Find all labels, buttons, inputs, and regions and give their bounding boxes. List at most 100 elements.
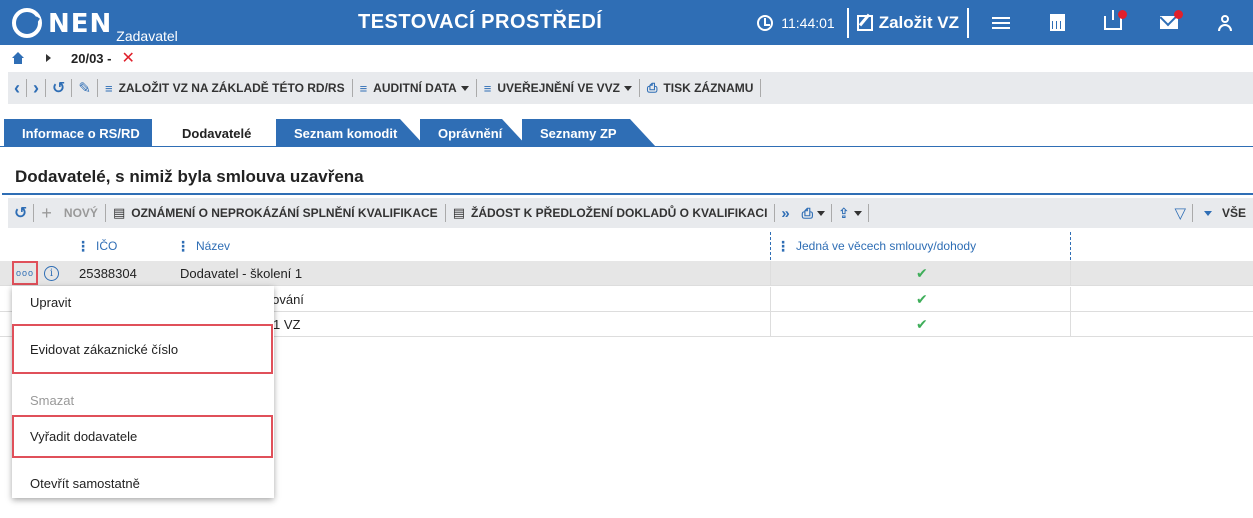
audit-data-label: AUDITNÍ DATA [373, 81, 457, 95]
divider [867, 204, 869, 222]
list-icon: ≡ [483, 80, 492, 96]
tab-seznam-komodit[interactable]: Seznam komodit [276, 119, 426, 147]
tab-label: Dodavatelé [182, 125, 252, 141]
table-row[interactable]: ooo i 25388304 Dodavatel - školení 1 ✔ [0, 261, 1253, 286]
home-icon[interactable] [12, 52, 24, 64]
column-name[interactable]: ⋮ Název [176, 232, 230, 260]
column-menu-icon: ⋮ [76, 237, 90, 254]
column-divider [770, 312, 771, 337]
column-divider [1070, 232, 1071, 260]
close-icon[interactable]: ✕ [121, 48, 134, 68]
filter-button[interactable]: ▽ [1168, 197, 1192, 229]
menu-item-open-standalone[interactable]: Otevřít samostatně [12, 470, 274, 496]
column-acts[interactable]: ⋮ Jedná ve věcech smlouvy/dohody [776, 232, 976, 260]
menu-item-edit[interactable]: Upravit [12, 288, 274, 316]
tab-underline [0, 146, 1253, 147]
tab-label: Oprávnění [438, 125, 503, 141]
check-icon: ✔ [916, 291, 928, 307]
divider [967, 7, 969, 38]
forward-button[interactable]: › [27, 72, 45, 104]
more-horizontal-icon: ooo [15, 268, 35, 278]
user-icon [1218, 14, 1232, 31]
tab-label: Informace o RS/RD [22, 125, 140, 141]
notice-button[interactable]: ▤ OZNÁMENÍ O NEPROKÁZÁNÍ SPLNĚNÍ KVALIFIK… [106, 197, 445, 229]
tab-label: Seznamy ZP [540, 125, 617, 141]
row-actions-button[interactable]: ooo [12, 261, 38, 285]
column-divider [1070, 312, 1071, 337]
calculator-button[interactable] [1029, 0, 1085, 45]
user-button[interactable] [1197, 0, 1253, 45]
publish-dropdown[interactable]: ≡ UVEŘEJNĚNÍ VE VVZ [477, 72, 639, 104]
new-button[interactable]: + NOVÝ [34, 197, 105, 229]
list-icon: ≡ [359, 80, 368, 96]
all-dropdown[interactable]: VŠE [1193, 197, 1253, 229]
menu-item-remove-supplier[interactable]: Vyřadit dodavatele [12, 415, 273, 458]
logo-subtitle: Zadavatel [116, 28, 178, 44]
table-header: ⋮ IČO ⋮ Název ⋮ Jedná ve věcech smlouvy/doh… [0, 232, 1253, 260]
caret-down-icon [816, 210, 825, 216]
top-bar: NEN Zadavatel TESTOVACÍ PROSTŘEDÍ 11:44:… [0, 0, 1253, 45]
column-label: IČO [96, 239, 118, 253]
cell-ico: 25388304 [79, 266, 137, 281]
document-icon: ▤ [112, 205, 126, 220]
tab-label: Seznam komodit [294, 125, 398, 141]
refresh-icon: ↺ [14, 205, 28, 222]
tab-opravneni[interactable]: Oprávnění [420, 119, 528, 147]
caret-down-icon [460, 85, 469, 91]
print-dropdown[interactable]: ⎙ [796, 197, 831, 229]
grid-refresh-button[interactable]: ↺ [8, 197, 33, 229]
session-time: 11:44:01 [781, 14, 835, 31]
breadcrumb: 20/03 - ✕ [0, 45, 1253, 71]
cell-name: Dodavatel - školení 1 [180, 266, 303, 281]
menu-item-register-customer-number[interactable]: Evidovat zákaznické číslo [12, 324, 273, 374]
column-divider [1070, 261, 1071, 286]
info-icon[interactable]: i [44, 266, 59, 281]
plus-icon: + [41, 202, 52, 223]
back-button[interactable]: ‹ [8, 72, 26, 104]
caret-down-icon [853, 210, 862, 216]
column-label: Název [196, 239, 231, 253]
breadcrumb-item[interactable]: 20/03 - [71, 51, 111, 66]
audit-data-dropdown[interactable]: ≡ AUDITNÍ DATA [353, 72, 476, 104]
action-toolbar: ‹ › ↺ ✎ ≡ ZALOŽIT VZ NA ZÁKLADĚ TÉTO RD/R… [8, 72, 1253, 104]
nen-logo[interactable]: NEN Zadavatel [12, 8, 178, 44]
new-label: NOVÝ [63, 206, 98, 220]
calculator-icon [1049, 14, 1065, 31]
tab-seznamy-zp[interactable]: Seznamy ZP [522, 119, 656, 147]
logo-icon [12, 8, 42, 38]
printer-icon: ⎙ [647, 80, 658, 95]
create-vz-button[interactable]: Založit VZ [853, 13, 963, 33]
more-button[interactable]: » [775, 197, 795, 229]
divider [846, 7, 849, 38]
menu-button[interactable] [973, 0, 1029, 45]
request-label: ŽÁDOST K PŘEDLOŽENÍ DOKLADŮ O KVALIFIKAC… [470, 206, 768, 220]
edit-icon [856, 14, 873, 31]
create-vz-label: Založit VZ [878, 12, 959, 32]
export-dropdown[interactable]: ⇪ [832, 197, 868, 229]
notification-dot [1174, 10, 1183, 19]
column-divider [770, 261, 771, 286]
column-divider [770, 287, 771, 312]
column-ico[interactable]: ⋮ IČO [76, 232, 117, 260]
menu-item-delete: Smazat [30, 392, 75, 408]
messages-button[interactable] [1141, 0, 1197, 45]
grid-toolbar: ↺ + NOVÝ ▤ OZNÁMENÍ O NEPROKÁZÁNÍ SPLNĚNÍ … [8, 198, 1253, 228]
caret-down-icon [624, 85, 633, 91]
caret-down-icon [1203, 210, 1212, 216]
check-icon: ✔ [916, 265, 928, 281]
session-clock: 11:44:01 [757, 14, 835, 31]
refresh-button[interactable]: ↺ [46, 72, 71, 104]
tab-dodavatele[interactable]: Dodavatelé [152, 119, 280, 147]
create-based-button[interactable]: ≡ ZALOŽIT VZ NA ZÁKLADĚ TÉTO RD/RS [98, 72, 352, 104]
edit-button[interactable]: ✎ [72, 72, 97, 104]
print-button[interactable]: ⎙ TISK ZÁZNAMU [640, 72, 760, 104]
inbox-button[interactable] [1085, 0, 1141, 45]
pencil-icon: ✎ [78, 80, 91, 97]
filter-icon: ▽ [1174, 205, 1186, 222]
request-button[interactable]: ▤ ŽÁDOST K PŘEDLOŽENÍ DOKLADŮ O KVALIFIKA… [446, 197, 775, 229]
column-divider [1070, 287, 1071, 312]
clock-icon [757, 14, 774, 31]
chevron-left-icon: ‹ [14, 77, 20, 98]
column-menu-icon: ⋮ [176, 237, 190, 254]
section-divider [2, 193, 1253, 195]
